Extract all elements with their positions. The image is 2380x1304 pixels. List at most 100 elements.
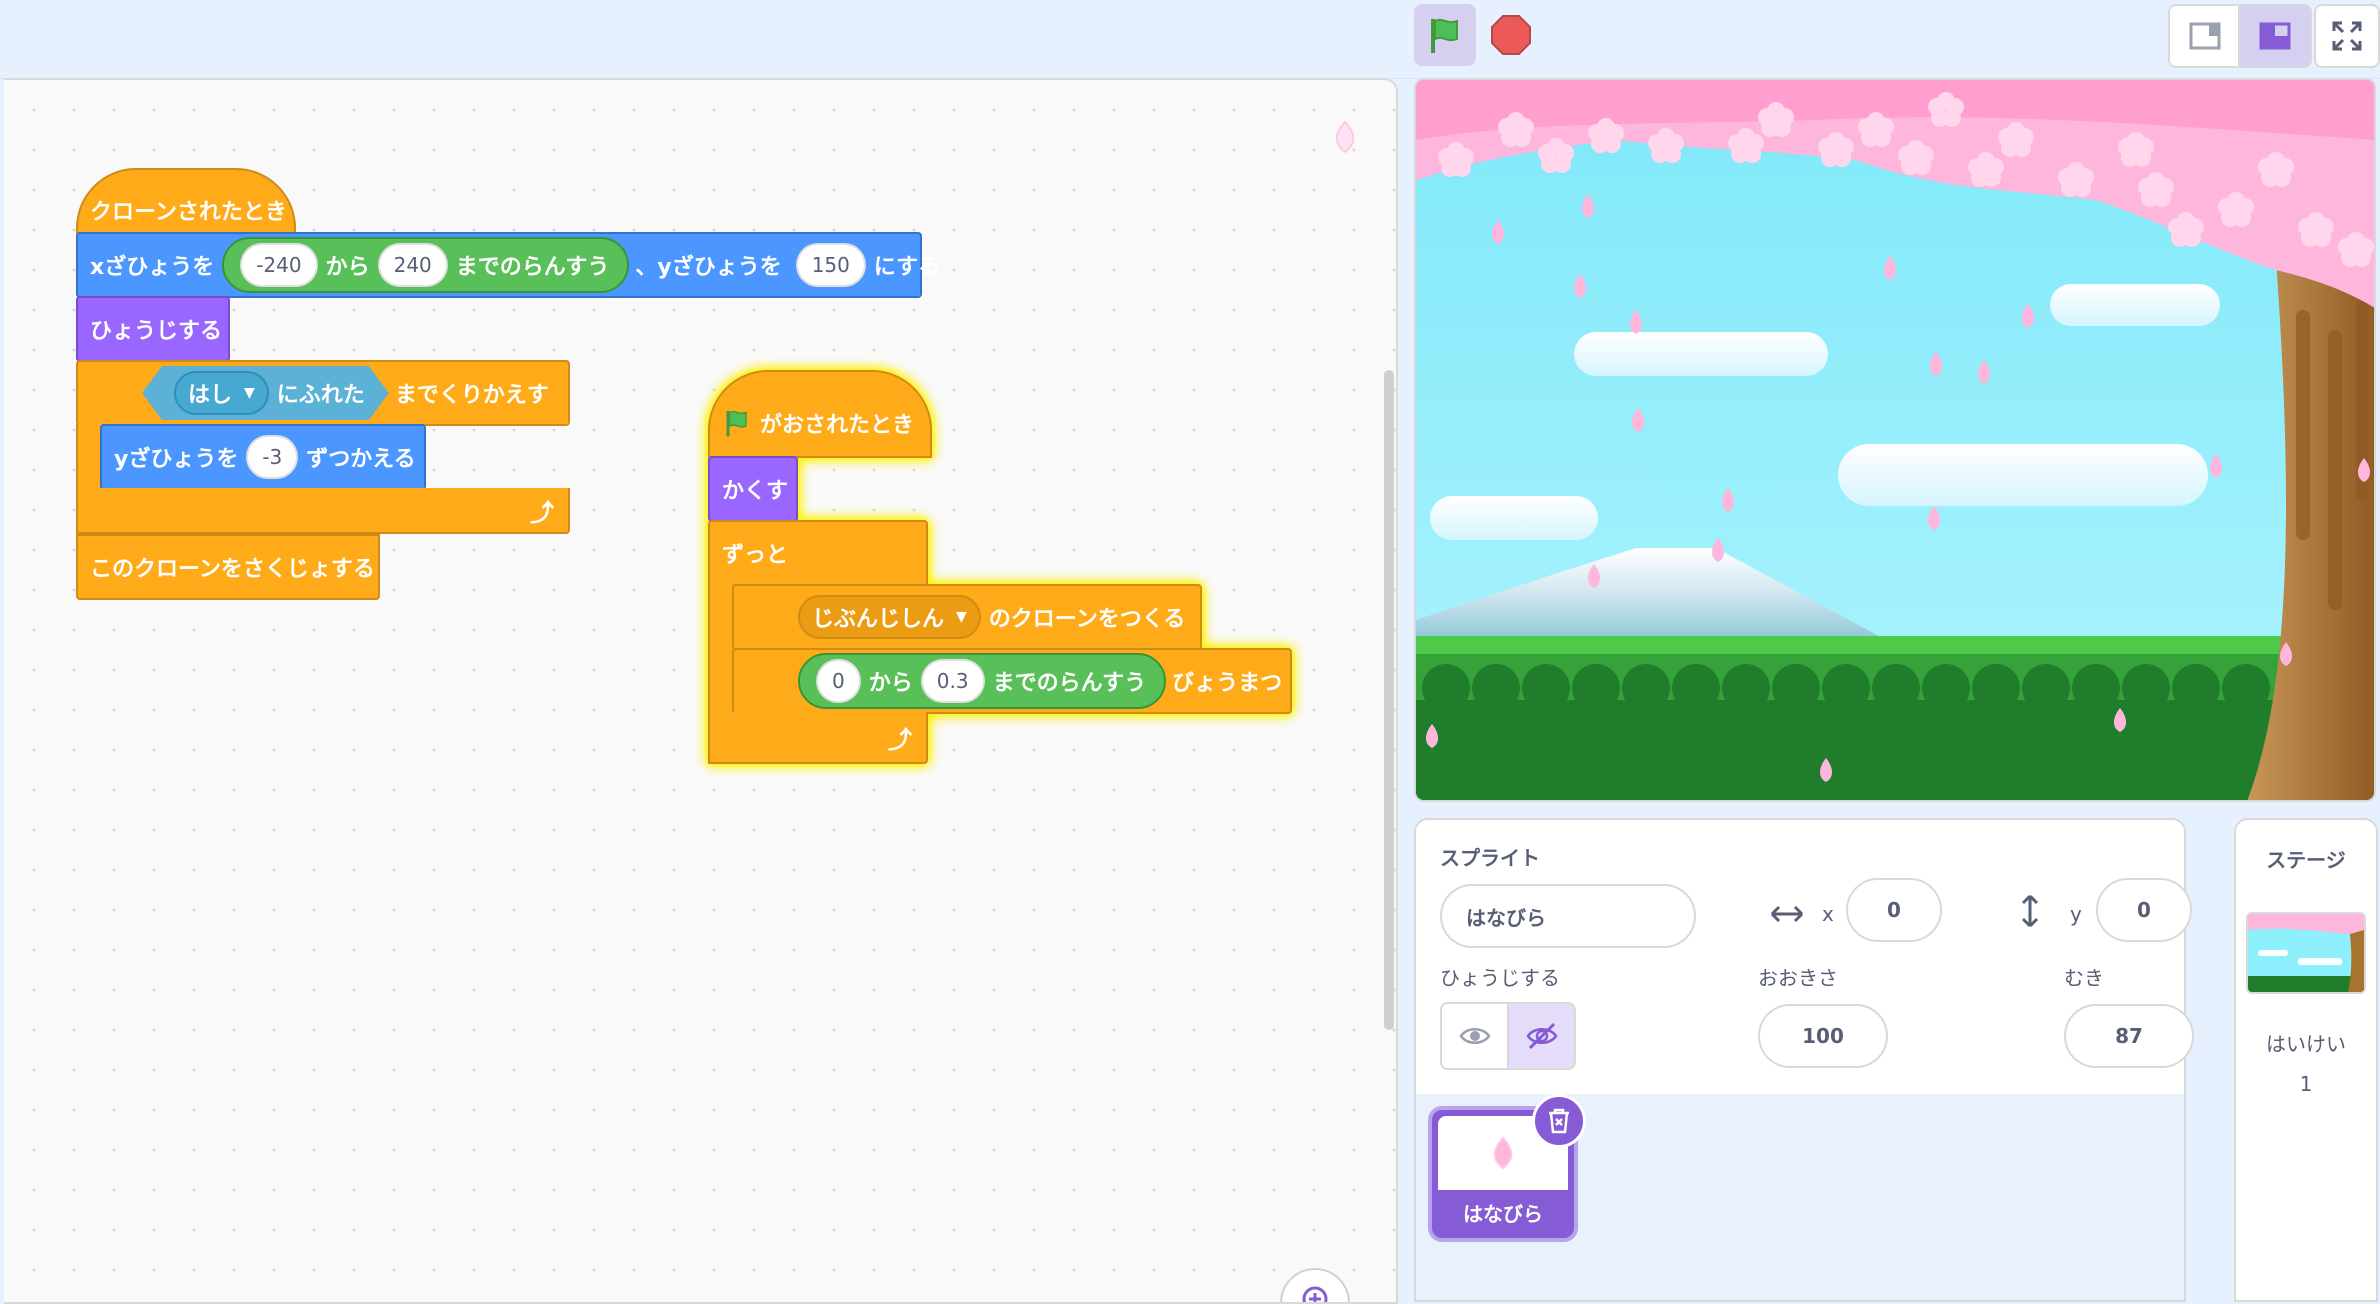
stage-canvas[interactable]: [1414, 78, 2376, 802]
random-from-label: から: [325, 255, 370, 280]
wait-seconds-label: びょうまつ: [1172, 671, 1283, 696]
code-workspace[interactable]: クローンされたとき xざひょうを -240 から 240 までのらんすう 、yざ…: [4, 78, 1398, 1304]
wait-min-input[interactable]: 0: [816, 659, 861, 703]
random-min-input[interactable]: -240: [240, 243, 318, 287]
random-max-input[interactable]: 240: [377, 243, 448, 287]
direction-field[interactable]: 87: [2064, 1004, 2194, 1068]
fullscreen-icon: [2332, 21, 2362, 51]
x-value: 0: [1887, 898, 1901, 922]
petal-sprite-indicator-icon: [1335, 120, 1355, 154]
large-stage-icon: [2259, 22, 2291, 50]
loop-arrow-icon: ⤴: [888, 725, 912, 754]
random-from-label: から: [868, 671, 913, 696]
horizontal-arrows-icon: [1770, 905, 1804, 923]
vertical-arrows-icon: [2021, 894, 2039, 928]
clone-target-dropdown[interactable]: じぶんじしん ▼: [798, 595, 981, 639]
random-number-reporter[interactable]: 0 から 0.3 までのらんすう: [798, 653, 1167, 709]
touching-target-label: はし: [188, 383, 233, 408]
clone-target-label: じぶんじしん: [812, 607, 945, 632]
hat-label: がおされたとき: [760, 413, 915, 438]
random-to-label: までのらんすう: [992, 671, 1147, 696]
wait-block[interactable]: 0 から 0.3 までのらんすう びょうまつ: [732, 648, 1292, 714]
y-label: y: [2070, 902, 2082, 926]
stop-button[interactable]: [1486, 10, 1536, 60]
x-field[interactable]: 0: [1846, 878, 1942, 942]
y-value-input[interactable]: 150: [795, 243, 866, 287]
green-flag-icon: [1431, 18, 1458, 53]
zoom-in-button[interactable]: [1280, 1268, 1350, 1302]
cherry-blossom-backdrop: [1416, 80, 2374, 800]
y-value: 0: [2137, 898, 2151, 922]
go-to-xy-label: xざひょうを: [90, 255, 215, 280]
sprite-info-panel: スプライト はなびら x 0 y 0 ひょうじする おおきさ 100 むき 87: [1414, 818, 2194, 1096]
change-by-label: ずつかえる: [306, 447, 416, 472]
y-coordinate-label: 、yざひょうを: [635, 255, 782, 280]
create-clone-label: のクローンをつくる: [988, 607, 1186, 632]
repeat-until-block[interactable]: はし ▼ にふれた までくりかえす: [76, 360, 570, 426]
sprite-name-field[interactable]: はなびら: [1440, 884, 1696, 948]
eye-icon: [1458, 1028, 1491, 1044]
green-flag-icon: [726, 410, 747, 437]
sprite-tile-name: はなびら: [1463, 1202, 1543, 1226]
create-clone-block[interactable]: じぶんじしん ▼ のクローンをつくる: [732, 584, 1202, 650]
touching-target-dropdown[interactable]: はし ▼: [174, 371, 269, 415]
size-value: 100: [1802, 1024, 1844, 1048]
repeat-until-end: ⤴: [76, 488, 570, 534]
loop-arrow-icon: ⤴: [530, 498, 554, 527]
touching-reporter[interactable]: はし ▼ にふれた: [142, 366, 389, 420]
hide-button[interactable]: [1507, 1004, 1574, 1068]
forever-block[interactable]: ずっと: [708, 520, 928, 586]
backdrop-count: 1: [2299, 1072, 2313, 1096]
petal-icon: [1493, 1136, 1513, 1170]
random-number-reporter[interactable]: -240 から 240 までのらんすう: [222, 237, 630, 293]
top-bar: [0, 0, 2380, 79]
show-button[interactable]: [1442, 1004, 1507, 1068]
change-y-block[interactable]: yざひょうを -3 ずつかえる: [100, 424, 426, 490]
backdrop-thumbnail[interactable]: [2246, 912, 2366, 994]
delete-clone-label: このクローンをさくじょする: [90, 557, 375, 582]
stop-icon: [1491, 15, 1531, 55]
go-to-xy-block[interactable]: xざひょうを -240 から 240 までのらんすう 、yざひょうを 150 に…: [76, 232, 940, 298]
zoom-in-icon: [1302, 1286, 1328, 1302]
stage-pane-title: ステージ: [2266, 848, 2346, 872]
stage-selector-pane[interactable]: ステージ はいけい 1: [2234, 818, 2378, 1302]
hide-label: かくす: [722, 479, 789, 504]
set-label: にする: [873, 255, 941, 280]
green-flag-button[interactable]: [1414, 4, 1476, 66]
delete-this-clone-block[interactable]: このクローンをさくじょする: [76, 534, 380, 600]
wait-max-input[interactable]: 0.3: [920, 659, 985, 703]
when-flag-clicked-block[interactable]: がおされたとき: [708, 370, 932, 458]
random-to-label: までのらんすう: [455, 255, 610, 280]
x-label: x: [1822, 902, 1834, 926]
hide-block[interactable]: かくす: [708, 456, 798, 522]
direction-label: むき: [2064, 966, 2104, 990]
show-label: ひょうじする: [90, 319, 223, 344]
change-y-input[interactable]: -3: [246, 435, 299, 479]
show-label: ひょうじする: [1440, 966, 1560, 990]
size-field[interactable]: 100: [1758, 1004, 1888, 1068]
forever-label: ずっと: [722, 543, 789, 568]
show-block[interactable]: ひょうじする: [76, 296, 230, 362]
repeat-until-label: までくりかえす: [394, 383, 549, 408]
small-stage-button[interactable]: [2168, 4, 2242, 68]
trash-icon: [1549, 1108, 1569, 1134]
change-y-label: yざひょうを: [114, 447, 239, 472]
backdrop-preview: [2248, 914, 2364, 992]
dropdown-arrow-icon: ▼: [244, 385, 255, 401]
hat-label: クローンされたとき: [90, 200, 287, 225]
when-i-start-as-clone-block[interactable]: クローンされたとき: [76, 168, 296, 234]
y-field[interactable]: 0: [2096, 878, 2192, 942]
direction-value: 87: [2115, 1024, 2143, 1048]
visibility-toggle: [1440, 1002, 1576, 1070]
large-stage-button[interactable]: [2238, 4, 2312, 68]
sprite-name-value: はなびら: [1466, 905, 1546, 930]
fullscreen-button[interactable]: [2314, 4, 2380, 68]
eye-slash-icon: [1525, 1022, 1558, 1050]
delete-sprite-button[interactable]: [1532, 1094, 1586, 1148]
dropdown-arrow-icon: ▼: [956, 609, 967, 625]
sprite-label: スプライト: [1440, 846, 1540, 870]
sprite-list: はなびら: [1414, 1094, 2186, 1302]
vertical-scrollbar[interactable]: [1384, 370, 1394, 1030]
backdrop-label: はいけい: [2266, 1032, 2346, 1056]
size-label: おおきさ: [1758, 966, 1838, 990]
